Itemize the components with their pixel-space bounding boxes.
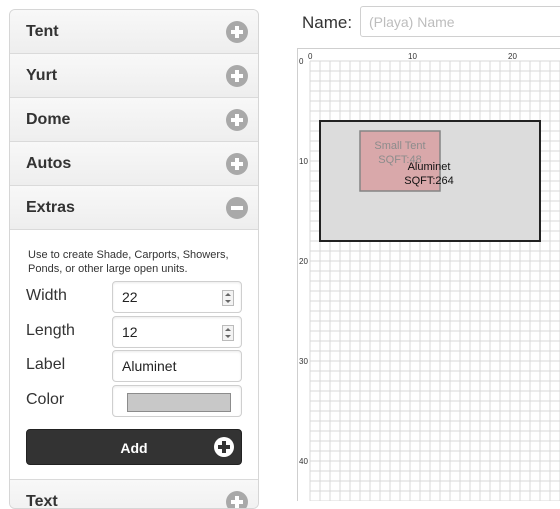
section-dome[interactable]: Dome [10,98,258,142]
section-title-dome: Dome [26,111,71,128]
x-tick-label: 10 [408,52,417,61]
length-label: Length [26,322,75,339]
section-title-yurt: Yurt [26,67,58,84]
plus-circle-icon[interactable] [226,65,248,87]
label-input[interactable] [113,351,241,381]
y-tick-label: 20 [299,257,308,266]
section-yurt[interactable]: Yurt [10,54,258,98]
section-title-tent: Tent [26,23,59,40]
add-button[interactable]: Add [26,429,242,465]
spin-up-icon[interactable] [225,328,231,331]
section-tent[interactable]: Tent [10,10,258,54]
unit-label: Small Tent [374,140,425,152]
length-spinner[interactable] [222,325,234,341]
plus-circle-icon[interactable] [226,109,248,131]
color-swatch[interactable] [127,393,231,412]
label-row: Label [26,350,242,382]
length-row: Length [26,316,242,348]
unit-sqft: SQFT:264 [404,175,454,187]
color-label: Color [26,391,65,408]
plus-circle-icon [214,437,234,457]
section-title-autos: Autos [26,155,72,172]
section-title-extras: Extras [26,199,75,216]
plus-circle-icon[interactable] [226,153,248,175]
accordion-panel: Tent Yurt Dome Autos Extras Use to creat… [9,9,259,509]
grid-canvas[interactable]: 0 10 20010203040Small TentSQFT:48AluminetS… [298,49,560,501]
color-field-box[interactable] [112,385,242,417]
unit-label: Aluminet [408,161,451,173]
plus-circle-icon[interactable] [226,21,248,43]
name-label: Name: [302,13,353,32]
layout-grid[interactable]: 0 10 20 0 10 20 30 40 Small Tent SQFT:48 Aluminet S… [297,48,560,501]
width-spinner[interactable] [222,290,234,306]
x-tick-label: 20 [508,52,517,61]
label-field-box [112,350,242,382]
section-autos[interactable]: Autos [10,142,258,186]
color-row: Color [26,385,242,417]
y-tick-label: 40 [299,457,308,466]
y-tick-label: 0 [299,57,304,66]
label-label: Label [26,356,66,373]
y-tick-label: 10 [299,157,308,166]
width-label: Width [26,287,67,304]
length-field-box [112,316,242,348]
playa-name-input[interactable] [360,6,560,37]
minus-circle-icon[interactable] [226,197,248,219]
plus-circle-icon[interactable] [226,491,248,508]
spin-down-icon[interactable] [225,300,231,303]
spin-up-icon[interactable] [225,293,231,296]
width-field-box [112,281,242,313]
add-button-label: Add [120,440,148,456]
extras-form: Use to create Shade, Carports, Showers, … [10,230,258,480]
section-title-text: Text [26,493,58,509]
section-text[interactable]: Text [10,480,258,509]
x-tick-label: 0 [308,52,313,61]
spin-down-icon[interactable] [225,335,231,338]
y-tick-label: 30 [299,357,308,366]
section-extras[interactable]: Extras [10,186,258,230]
extras-description: Use to create Shade, Carports, Showers, … [28,249,229,275]
width-row: Width [26,281,242,313]
